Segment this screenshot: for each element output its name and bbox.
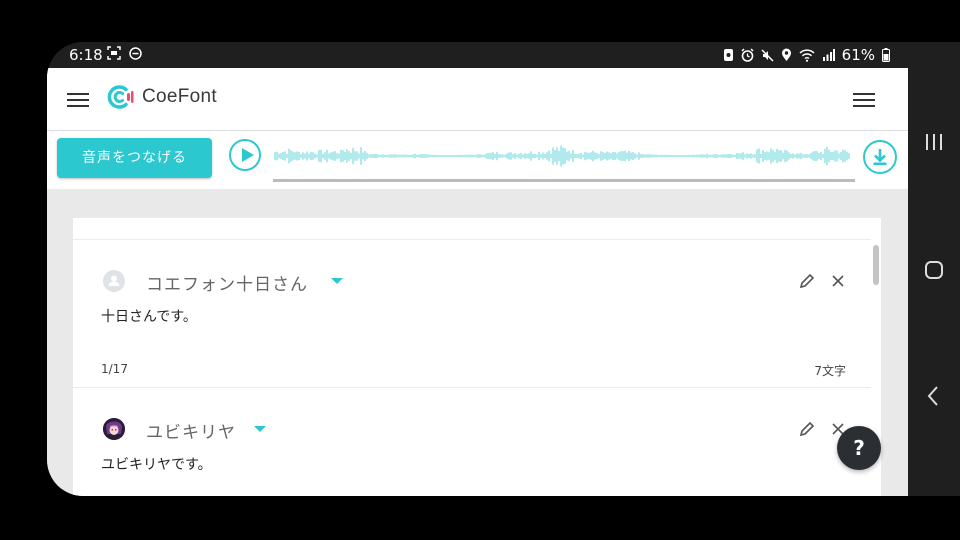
connect-audio-button[interactable]: 音声をつなげる bbox=[57, 138, 212, 178]
waveform-graphic bbox=[274, 145, 850, 167]
user-icon bbox=[108, 275, 120, 286]
app-header: CoeFont bbox=[47, 68, 908, 131]
status-icons-left bbox=[107, 46, 142, 62]
recent-apps-icon bbox=[926, 134, 942, 150]
edit-button[interactable] bbox=[799, 421, 815, 437]
script-card: ユビキリヤ ユビキリヤです。 bbox=[73, 388, 871, 496]
download-button[interactable] bbox=[863, 140, 897, 174]
do-not-disturb-icon bbox=[129, 47, 142, 60]
help-icon: ? bbox=[853, 436, 865, 460]
home-button[interactable] bbox=[922, 259, 946, 285]
voice-avatar[interactable] bbox=[103, 270, 125, 292]
system-navigation-bar bbox=[908, 42, 960, 496]
status-bar: 6:18 61% bbox=[47, 42, 908, 68]
back-button[interactable] bbox=[922, 385, 946, 411]
voice-name[interactable]: ユビキリヤ bbox=[146, 418, 236, 443]
secondary-menu-button[interactable] bbox=[853, 93, 875, 107]
signal-icon bbox=[822, 49, 835, 61]
status-icons-right: 61% bbox=[723, 46, 890, 64]
script-text[interactable]: 十日さんです。 bbox=[101, 306, 197, 326]
voice-name[interactable]: コエフォン十日さん bbox=[146, 270, 308, 295]
main-menu-button[interactable] bbox=[67, 93, 89, 107]
app-content: CoeFont 音声をつなげる コエフォン十日さん 十日さんです。 1/17 7… bbox=[47, 68, 908, 496]
coefont-logo-icon bbox=[105, 82, 135, 112]
status-time: 6:18 bbox=[69, 46, 103, 64]
scrollbar-thumb[interactable] bbox=[873, 245, 879, 285]
delete-button[interactable] bbox=[830, 273, 846, 289]
app-notification-icon bbox=[723, 49, 733, 61]
phone-screen: 6:18 61% CoeFont 音声をつなげる コエフォン十日さん 十日さんで… bbox=[47, 42, 908, 496]
voice-dropdown-caret-icon[interactable] bbox=[331, 278, 343, 284]
wifi-icon bbox=[799, 48, 815, 62]
logo-text: CoeFont bbox=[142, 86, 217, 107]
menu-icon bbox=[853, 93, 875, 95]
recent-apps-button[interactable] bbox=[922, 132, 946, 156]
battery-icon bbox=[882, 48, 890, 62]
script-text[interactable]: ユビキリヤです。 bbox=[101, 454, 212, 474]
script-panel: コエフォン十日さん 十日さんです。 1/17 7文字 ユビキリヤ ユビキリヤです… bbox=[73, 218, 881, 496]
play-button[interactable] bbox=[229, 139, 261, 171]
script-card: コエフォン十日さん 十日さんです。 1/17 7文字 bbox=[73, 240, 871, 388]
alarm-icon bbox=[741, 48, 754, 62]
voice-dropdown-caret-icon[interactable] bbox=[254, 426, 266, 432]
character-count: 7文字 bbox=[814, 364, 846, 378]
pencil-icon bbox=[799, 273, 815, 289]
pencil-icon bbox=[799, 421, 815, 437]
voice-avatar[interactable] bbox=[103, 418, 125, 440]
help-button[interactable]: ? bbox=[837, 426, 881, 470]
card-position: 1/17 bbox=[101, 362, 128, 376]
home-icon bbox=[925, 261, 943, 279]
audio-toolbar: 音声をつなげる bbox=[47, 131, 908, 189]
close-icon bbox=[832, 275, 844, 287]
back-icon bbox=[927, 386, 938, 406]
screenshot-icon bbox=[107, 46, 121, 60]
character-avatar-icon bbox=[103, 418, 125, 440]
download-icon bbox=[873, 149, 887, 165]
audio-waveform[interactable] bbox=[273, 137, 855, 182]
menu-icon bbox=[67, 93, 89, 95]
edit-button[interactable] bbox=[799, 273, 815, 289]
logo[interactable]: CoeFont bbox=[105, 82, 217, 112]
battery-percent: 61% bbox=[841, 46, 875, 64]
location-icon bbox=[781, 48, 791, 61]
mute-icon bbox=[761, 48, 774, 62]
